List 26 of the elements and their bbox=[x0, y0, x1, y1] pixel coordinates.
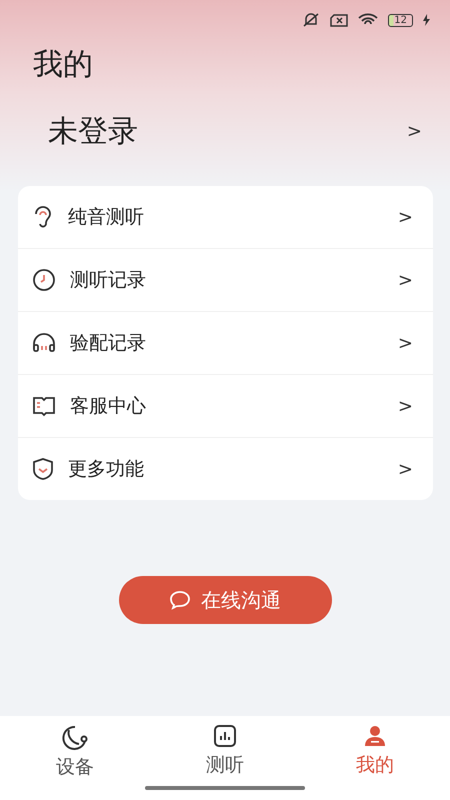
chevron-icon[interactable]: > bbox=[406, 120, 422, 142]
sim-icon bbox=[330, 14, 348, 26]
menu-item[interactable]: 客服中心 > bbox=[18, 375, 433, 438]
headphones-icon bbox=[32, 332, 56, 354]
battery-level: 12 bbox=[388, 14, 413, 26]
shield-icon bbox=[32, 457, 54, 481]
mute-icon bbox=[302, 13, 320, 27]
chart-icon bbox=[213, 724, 237, 748]
menu-item[interactable]: 更多功能 > bbox=[18, 438, 433, 500]
menu-item[interactable]: 纯音测听 > bbox=[18, 186, 433, 249]
page-title: 我的 bbox=[32, 46, 94, 84]
nav-tab[interactable]: 我的 bbox=[300, 716, 450, 780]
nav-tab[interactable]: 设备 bbox=[0, 716, 150, 780]
clock-icon bbox=[32, 268, 56, 292]
chat-button[interactable]: 在线沟通 bbox=[118, 576, 332, 624]
wifi-icon bbox=[358, 13, 378, 27]
chat-icon bbox=[169, 590, 191, 610]
device-icon bbox=[61, 724, 89, 750]
person-icon bbox=[363, 724, 387, 748]
menu-item[interactable]: 测听记录 > bbox=[18, 249, 433, 312]
login-link[interactable]: 未登录 bbox=[48, 110, 138, 152]
nav-tab[interactable]: 测听 bbox=[150, 716, 300, 780]
charging-icon bbox=[423, 14, 430, 26]
ear-icon bbox=[32, 205, 54, 229]
book-icon bbox=[32, 395, 56, 417]
menu-item[interactable]: 验配记录 > bbox=[18, 312, 433, 375]
